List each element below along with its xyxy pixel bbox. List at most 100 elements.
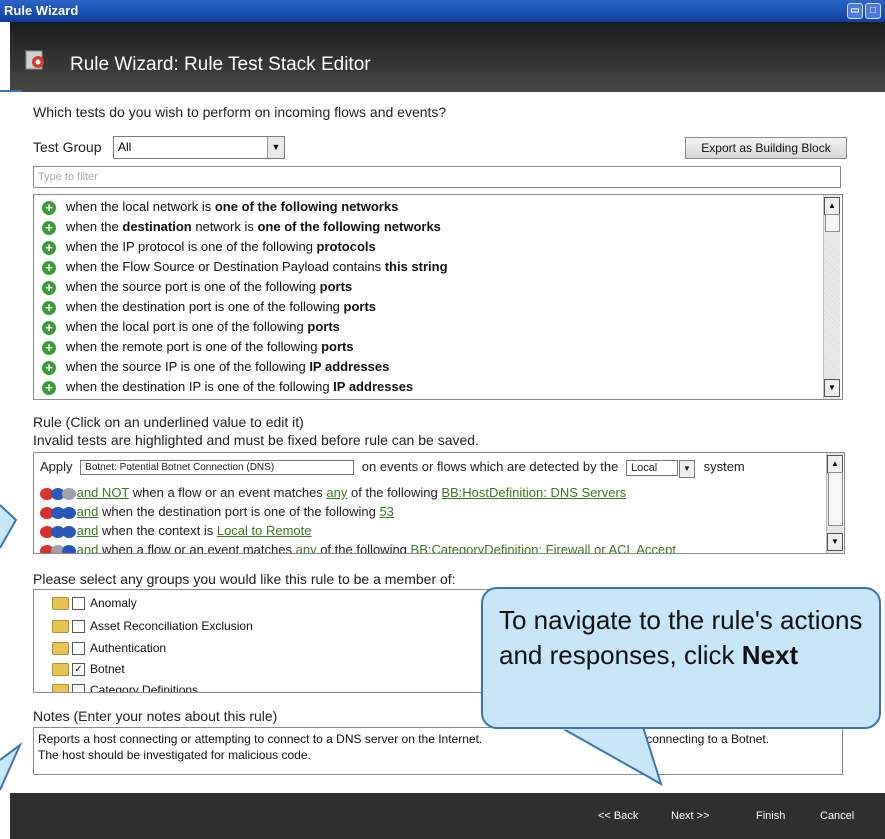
folder-icon xyxy=(52,663,69,677)
export-building-block-button[interactable]: Export as Building Block xyxy=(685,137,847,159)
add-icon[interactable]: + xyxy=(42,300,56,315)
test-item[interactable]: + when the Flow Source or Destination Pay… xyxy=(42,259,448,275)
any-link[interactable]: any xyxy=(296,542,317,553)
system-select[interactable]: Local ▼ xyxy=(625,459,695,478)
groups-tree: Anomaly Asset Reconciliation Exclusion A… xyxy=(33,589,494,693)
test-item[interactable]: + when the local port is one of the follo… xyxy=(42,319,340,335)
scroll-up-icon[interactable]: ▲ xyxy=(824,197,840,215)
move-up-icon[interactable] xyxy=(62,525,76,538)
system-text: system xyxy=(703,459,745,474)
dns-servers-link[interactable]: BB:HostDefinition: DNS Servers xyxy=(441,485,626,500)
group-checkbox[interactable] xyxy=(72,684,85,692)
callout-text: To navigate to the rule's actions and re… xyxy=(499,605,863,670)
add-icon[interactable]: + xyxy=(42,220,56,235)
rule-name-input[interactable]: Botnet: Potential Botnet Connection (DNS… xyxy=(80,460,355,476)
test-item[interactable]: + when the remote port is one of the foll… xyxy=(42,339,354,355)
back-button[interactable]: << Back xyxy=(598,810,638,822)
scroll-up-icon[interactable]: ▲ xyxy=(827,455,843,473)
group-item[interactable]: Anomaly xyxy=(52,596,137,611)
move-up-icon[interactable] xyxy=(62,487,76,500)
folder-icon xyxy=(52,684,69,692)
test-list: + when the local network is one of the fo… xyxy=(33,194,843,400)
add-icon[interactable]: + xyxy=(42,320,56,335)
scroll-thumb[interactable] xyxy=(825,214,840,232)
add-icon[interactable]: + xyxy=(42,340,56,355)
question-text: Which tests do you wish to perform on in… xyxy=(33,104,447,120)
add-icon[interactable]: + xyxy=(42,280,56,295)
window-controls: ▭ □ xyxy=(847,3,881,19)
group-checkbox[interactable] xyxy=(72,620,85,634)
add-icon[interactable]: + xyxy=(42,360,56,375)
rule-invalid-note: Invalid tests are highlighted and must b… xyxy=(33,432,479,448)
add-icon[interactable]: + xyxy=(42,380,56,395)
group-item[interactable]: Asset Reconciliation Exclusion xyxy=(52,619,253,634)
rule-wizard-icon xyxy=(25,50,44,70)
test-item[interactable]: + when the IP protocol is one of the foll… xyxy=(42,239,376,255)
filter-input[interactable]: Type to filter xyxy=(33,166,841,188)
group-checkbox[interactable] xyxy=(72,642,85,656)
rule-label: Rule (Click on an underlined value to ed… xyxy=(33,414,304,430)
group-item[interactable]: Authentication xyxy=(52,641,166,656)
port-53-link[interactable]: 53 xyxy=(379,504,393,519)
and-link[interactable]: and xyxy=(77,542,99,553)
rule-editor-scrollbar[interactable]: ▲ ▼ xyxy=(826,453,843,553)
test-group-select[interactable]: All ▼ xyxy=(113,136,285,159)
test-list-scrollbar[interactable]: ▲ ▼ xyxy=(823,195,840,399)
cancel-button[interactable]: Cancel xyxy=(820,810,854,822)
finish-button[interactable]: Finish xyxy=(756,810,785,822)
and-not-link[interactable]: and NOT xyxy=(77,485,130,500)
rule-wizard-window: Rule Wizard ▭ □ Rule Wizard: Rule Test S… xyxy=(0,0,885,839)
folder-icon xyxy=(52,642,69,656)
groups-label: Please select any groups you would like … xyxy=(33,571,456,587)
and-link[interactable]: and xyxy=(77,523,99,538)
test-item[interactable]: + when the destination IP is one of the f… xyxy=(42,379,413,395)
rule-line: and when the destination port is one of … xyxy=(40,504,394,519)
context-link[interactable]: Local to Remote xyxy=(217,523,312,538)
rule-line: and when a flow or an event matches any … xyxy=(40,542,676,553)
group-item[interactable]: ✓ Botnet xyxy=(52,662,125,677)
rule-line: and NOT when a flow or an event matches … xyxy=(40,485,626,500)
rule-line: and when the context is Local to Remote xyxy=(40,523,312,538)
wizard-footer: << Back Next >> Finish Cancel xyxy=(10,793,885,839)
group-checkbox-checked[interactable]: ✓ xyxy=(72,663,85,677)
move-up-icon[interactable] xyxy=(62,506,76,519)
scroll-down-icon[interactable]: ▼ xyxy=(827,533,843,551)
notes-textarea[interactable]: Reports a host connecting or attempting … xyxy=(33,727,843,775)
rule-apply-row: Apply Botnet: Potential Botnet Connectio… xyxy=(40,459,745,478)
next-button[interactable]: Next >> xyxy=(671,810,710,822)
window-title: Rule Wizard xyxy=(4,3,79,18)
chevron-down-icon[interactable]: ▼ xyxy=(267,137,284,158)
scroll-thumb[interactable] xyxy=(828,472,843,526)
maximize-icon[interactable]: □ xyxy=(865,3,881,19)
notes-label: Notes (Enter your notes about this rule) xyxy=(33,708,278,724)
restore-icon[interactable]: ▭ xyxy=(847,3,863,19)
test-item[interactable]: + when the source port is one of the foll… xyxy=(42,279,352,295)
wizard-header: Rule Wizard: Rule Test Stack Editor xyxy=(10,22,885,92)
instruction-callout: To navigate to the rule's actions and re… xyxy=(481,587,881,729)
move-up-icon[interactable] xyxy=(62,544,76,553)
group-item[interactable]: Category Definitions xyxy=(52,683,198,692)
folder-icon xyxy=(52,620,69,634)
title-bar: Rule Wizard ▭ □ xyxy=(0,0,885,22)
page-title: Rule Wizard: Rule Test Stack Editor xyxy=(70,54,371,75)
apply-label: Apply xyxy=(40,459,73,474)
add-icon[interactable]: + xyxy=(42,200,56,215)
test-item[interactable]: + when the destination network is one of … xyxy=(42,219,441,235)
test-group-value: All xyxy=(118,140,132,154)
add-icon[interactable]: + xyxy=(42,240,56,255)
callout-emphasis: Next xyxy=(741,640,799,670)
detected-by-text: on events or flows which are detected by… xyxy=(361,459,619,474)
chevron-down-icon[interactable]: ▼ xyxy=(678,459,695,478)
folder-icon xyxy=(52,597,69,611)
firewall-accept-link[interactable]: BB:CategoryDefinition: Firewall or ACL A… xyxy=(411,542,676,553)
scroll-down-icon[interactable]: ▼ xyxy=(824,379,840,397)
test-group-label: Test Group xyxy=(33,139,102,155)
rule-editor: Apply Botnet: Potential Botnet Connectio… xyxy=(33,452,845,554)
test-item[interactable]: + when the source IP is one of the follow… xyxy=(42,359,389,375)
add-icon[interactable]: + xyxy=(42,260,56,275)
and-link[interactable]: and xyxy=(77,504,99,519)
test-item[interactable]: + when the destination port is one of the… xyxy=(42,299,376,315)
test-item[interactable]: + when the local network is one of the fo… xyxy=(42,199,398,215)
group-checkbox[interactable] xyxy=(72,597,85,611)
any-link[interactable]: any xyxy=(326,485,347,500)
